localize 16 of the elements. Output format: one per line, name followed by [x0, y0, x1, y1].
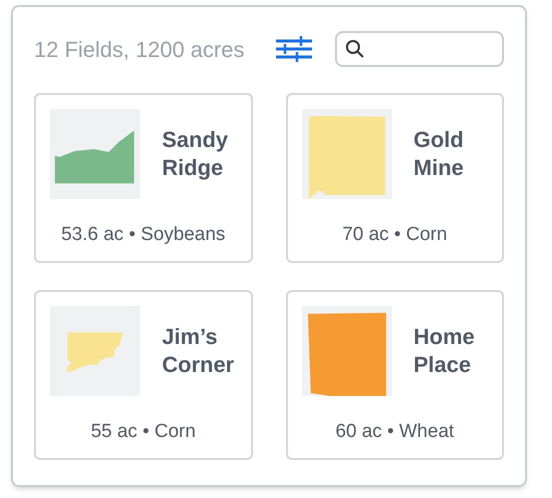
- field-details: 53.6 ac • Soybeans: [61, 223, 226, 247]
- field-details: 70 ac • Corn: [342, 223, 448, 247]
- field-card[interactable]: Jim’s Corner 55 ac • Corn: [34, 290, 252, 460]
- field-card[interactable]: Gold Mine 70 ac • Corn: [286, 93, 504, 263]
- field-card[interactable]: Home Place 60 ac • Wheat: [286, 290, 504, 460]
- search-icon: [345, 39, 366, 59]
- field-name: Gold Mine: [414, 126, 465, 182]
- field-details: 55 ac • Corn: [90, 420, 196, 444]
- field-name: Sandy Ridge: [162, 126, 230, 182]
- field-card[interactable]: Sandy Ridge 53.6 ac • Soybeans: [34, 93, 252, 263]
- filter-icon[interactable]: [275, 35, 314, 63]
- search-field[interactable]: [335, 31, 504, 67]
- field-details: 60 ac • Wheat: [335, 420, 454, 444]
- fields-summary: 12 Fields, 1200 acres: [34, 36, 246, 64]
- field-name: Home Place: [414, 323, 476, 379]
- field-name: Jim’s Corner: [162, 323, 236, 379]
